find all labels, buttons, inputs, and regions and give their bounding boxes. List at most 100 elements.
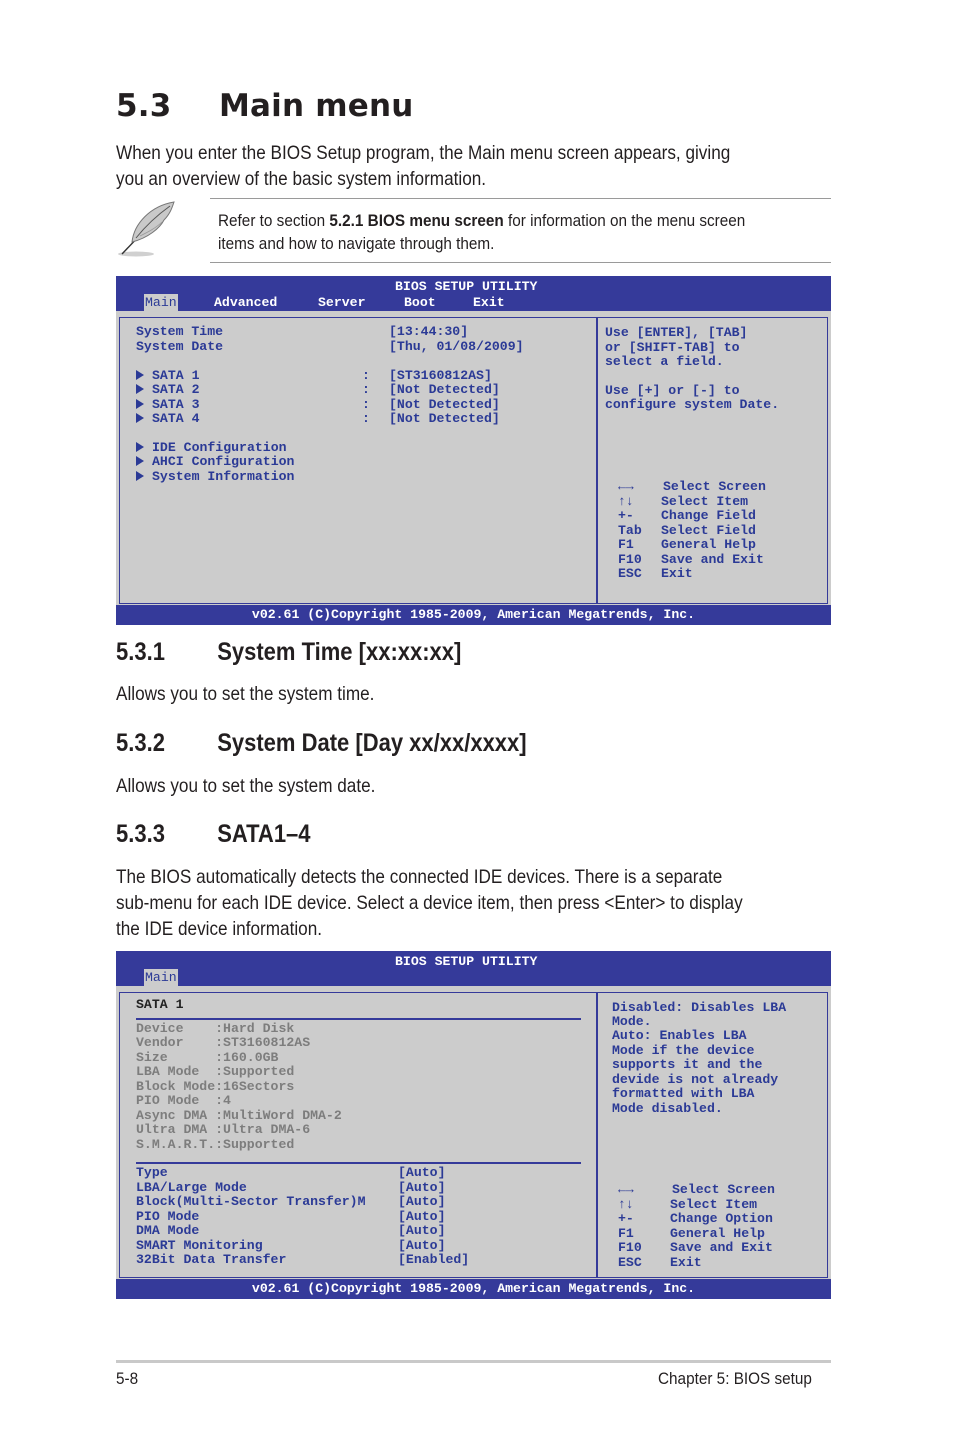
info-row-vendor: Vendor :ST3160812AS: [136, 1035, 311, 1051]
sata-4-value: [Not Detected]: [389, 411, 500, 426]
subsection-number: 5.3.3: [116, 820, 165, 848]
key-label: F10: [618, 1240, 642, 1255]
key-action: Change Option: [670, 1211, 773, 1226]
paragraph-line: The BIOS automatically detects the conne…: [116, 866, 723, 888]
info-value: :4: [215, 1093, 231, 1108]
section-heading: 5.3 Main menu: [116, 88, 414, 124]
info-label: Block Mode: [136, 1079, 216, 1094]
setting-value[interactable]: [Auto]: [398, 1194, 445, 1210]
bios-panel-divider: [596, 318, 598, 603]
menu-item-sata-2[interactable]: SATA 2: [136, 382, 199, 398]
info-value: :Hard Disk: [215, 1021, 295, 1036]
item-label: AHCI Configuration: [152, 454, 295, 469]
help-line: formatted with LBA: [612, 1086, 755, 1101]
menu-item-sata-4[interactable]: SATA 4: [136, 411, 200, 427]
bios-panel-divider: [596, 993, 598, 1277]
tab-main[interactable]: Main: [144, 969, 178, 986]
bios-copyright-footer: v02.61 (C)Copyright 1985-2009, American …: [116, 605, 831, 625]
setting-block-mode[interactable]: Block(Multi-Sector Transfer)M: [136, 1194, 366, 1210]
help-line: select a field.: [605, 354, 724, 369]
info-label: Size: [136, 1050, 216, 1065]
system-time-value[interactable]: [13:44:30]: [389, 324, 468, 340]
key-action: Exit: [661, 566, 693, 581]
menu-item-system-information[interactable]: System Information: [136, 469, 295, 485]
menu-item-system-time[interactable]: System Time: [136, 324, 223, 340]
bios-copyright-footer: v02.61 (C)Copyright 1985-2009, American …: [116, 1279, 831, 1299]
item-label: IDE Configuration: [152, 440, 287, 455]
tab-boot[interactable]: Boot: [404, 294, 436, 311]
note-top-rule: [210, 198, 831, 199]
feather-pen-icon: [114, 198, 180, 260]
tab-exit[interactable]: Exit: [473, 294, 505, 311]
submenu-arrow-icon: [136, 413, 144, 423]
submenu-arrow-icon: [136, 384, 144, 394]
key-action: Change Field: [661, 508, 756, 523]
help-line: Use [ENTER], [TAB]: [605, 325, 748, 340]
menu-item-system-date[interactable]: System Date: [136, 339, 224, 355]
intro-line: you an overview of the basic system info…: [116, 168, 487, 190]
key-arrows-horizontal-icon: ←→: [618, 1182, 634, 1197]
setting-dma-mode[interactable]: DMA Mode: [136, 1223, 199, 1239]
chapter-label: Chapter 5: BIOS setup: [658, 1369, 812, 1388]
subsection-title: SATA1–4: [217, 820, 311, 848]
help-line: Auto: Enables LBA: [612, 1028, 747, 1043]
subsection-text: Allows you to set the system date.: [116, 775, 376, 797]
section-number: 5.3: [116, 88, 172, 124]
page-number: 5-8: [116, 1369, 139, 1388]
help-line: configure system Date.: [605, 397, 780, 412]
tab-server[interactable]: Server: [318, 294, 365, 311]
paragraph-line: the IDE device information.: [116, 918, 323, 940]
info-value: :MultiWord DMA-2: [215, 1108, 342, 1123]
key-label: +-: [618, 1211, 634, 1226]
intro-paragraph: When you enter the BIOS Setup program, t…: [116, 140, 730, 192]
setting-type[interactable]: Type: [136, 1165, 168, 1181]
note-bottom-rule: [210, 262, 831, 263]
intro-line: When you enter the BIOS Setup program, t…: [116, 142, 731, 164]
bios-main-screen: BIOS SETUP UTILITY Main Advanced Server …: [116, 276, 831, 625]
setting-value[interactable]: [Auto]: [398, 1223, 445, 1239]
item-label: SATA 3: [152, 397, 200, 412]
subsection-paragraph: The BIOS automatically detects the conne…: [116, 864, 743, 942]
key-action: Select Screen: [663, 479, 766, 494]
info-value: :ST3160812AS: [215, 1035, 311, 1050]
setting-32bit-data-transfer[interactable]: 32Bit Data Transfer: [136, 1252, 286, 1268]
info-row-pio-mode: PIO Mode :4: [136, 1093, 231, 1109]
item-label: System Information: [152, 469, 295, 484]
submenu-arrow-icon: [136, 471, 144, 481]
setting-value[interactable]: [Auto]: [398, 1165, 445, 1181]
note-text: Refer to section 5.2.1 BIOS menu screen …: [218, 209, 745, 255]
system-date-value[interactable]: [Thu, 01/08/2009]: [389, 339, 524, 355]
subsection-heading-5-3-3: 5.3.3 SATA1–4: [116, 820, 311, 849]
bios-title: BIOS SETUP UTILITY: [395, 279, 538, 294]
info-label: Ultra DMA: [136, 1122, 216, 1137]
settings-rule: [136, 1162, 581, 1164]
info-label: S.M.A.R.T.: [136, 1137, 216, 1152]
subsection-number: 5.3.2: [116, 729, 165, 757]
key-action: Save and Exit: [670, 1240, 773, 1255]
item-label: SATA 4: [152, 411, 200, 426]
bios-title: BIOS SETUP UTILITY: [395, 954, 538, 969]
info-row-lba-mode: LBA Mode :Supported: [136, 1064, 295, 1080]
sata-heading: SATA 1: [136, 997, 184, 1012]
subsection-heading-5-3-2: 5.3.2 System Date [Day xx/xx/xxxx]: [116, 729, 527, 758]
submenu-arrow-icon: [136, 456, 144, 466]
info-label: Async DMA: [136, 1108, 216, 1123]
item-label: System Date: [136, 339, 224, 354]
key-label: F1: [618, 537, 634, 552]
paragraph-line: sub-menu for each IDE device. Select a d…: [116, 892, 743, 914]
submenu-arrow-icon: [136, 399, 144, 409]
info-row-ultra-dma: Ultra DMA :Ultra DMA-6: [136, 1122, 311, 1138]
tab-advanced[interactable]: Advanced: [214, 294, 277, 311]
menu-item-ahci-configuration[interactable]: AHCI Configuration: [136, 454, 295, 470]
info-value: :16Sectors: [215, 1079, 295, 1094]
tab-main[interactable]: Main: [144, 294, 178, 311]
note-line2: items and how to navigate through them.: [218, 234, 495, 253]
info-value: :Supported: [215, 1064, 295, 1079]
page-footer-rule: [116, 1360, 831, 1363]
bios-sata-screen: BIOS SETUP UTILITY Main SATA 1 Device :H…: [116, 951, 831, 1299]
info-label: LBA Mode: [136, 1064, 216, 1079]
key-label: +-: [618, 508, 634, 523]
setting-value[interactable]: [Enabled]: [398, 1252, 469, 1268]
sata-2-value: [Not Detected]: [389, 382, 500, 397]
info-value: :Ultra DMA-6: [215, 1122, 311, 1137]
